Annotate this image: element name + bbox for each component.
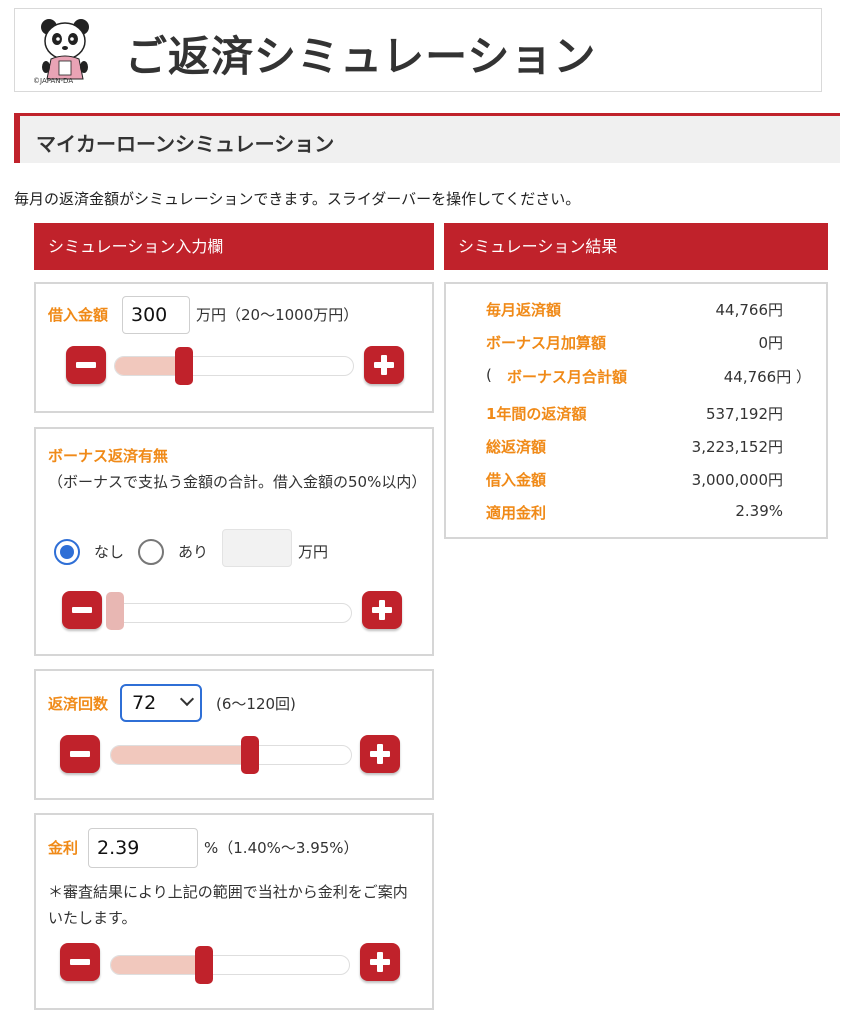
result-open-paren: ( [486,366,492,384]
count-slider-thumb[interactable] [241,736,259,774]
bonus-slider-thumb[interactable] [106,592,124,630]
loan-amount-unit: 万円（20〜1000万円） [196,306,359,324]
interest-rate-unit: %（1.40%〜3.95%） [204,839,359,857]
result-value: 2.39% [735,502,783,520]
count-minus-button[interactable] [60,735,100,773]
section-heading: マイカーローンシミュレーション [14,113,840,163]
result-label: 1年間の返済額 [486,405,587,423]
loan-amount-box: 借入金額 万円（20〜1000万円） [34,282,434,413]
bonus-note: （ボーナスで支払う金額の合計。借入金額の50%以内） [48,473,427,491]
bonus-none-label: なし [94,543,125,561]
repayment-count-range: (6〜120回) [216,695,296,713]
chevron-down-icon [179,691,195,707]
logo-caption: ©JAPAN-DA [33,77,74,85]
bonus-yes-radio[interactable] [138,539,164,565]
bonus-box: ボーナス返済有無 （ボーナスで支払う金額の合計。借入金額の50%以内） なし あ… [34,427,434,656]
result-value: 3,000,000円 [691,471,783,489]
intro-text: 毎月の返済金額がシミュレーションできます。スライダーバーを操作してください。 [14,190,581,208]
result-value: 44,766円 [715,301,784,319]
interest-rate-input[interactable] [88,828,198,868]
loan-slider-thumb[interactable] [175,347,193,385]
page-header: ©JAPAN-DA ご返済シミュレーション [14,8,822,92]
result-label: ボーナス月加算額 [486,334,607,352]
rate-slider-track[interactable] [110,955,350,975]
bonus-amount-input[interactable] [222,529,292,567]
count-plus-button[interactable] [360,735,400,773]
loan-slider-track[interactable] [114,356,354,376]
count-slider-track[interactable] [110,745,352,765]
result-value: 0円 [758,334,783,352]
result-value: 3,223,152円 [691,438,783,456]
count-slider-fill [111,746,251,764]
result-label: 借入金額 [486,471,547,489]
repayment-count-box: 返済回数 72 (6〜120回) [34,669,434,800]
result-label: 総返済額 [486,438,547,456]
bonus-amount-unit: 万円 [298,543,329,561]
section-title: マイカーローンシミュレーション [36,132,335,156]
repayment-count-label: 返済回数 [48,695,109,713]
loan-amount-label: 借入金額 [48,306,109,324]
repayment-count-value: 72 [132,692,157,714]
result-value: 537,192円 [705,405,783,423]
bonus-label: ボーナス返済有無 [48,447,169,465]
result-value: 44,766円 ） [723,368,811,386]
bonus-yes-label: あり [178,543,209,561]
input-panel-header: シミュレーション入力欄 [34,223,434,270]
page-title: ご返済シミュレーション [125,32,597,81]
result-label: 適用金利 [486,504,547,522]
loan-plus-button[interactable] [364,346,404,384]
interest-rate-note: ＊審査結果により上記の範囲で当社から金利をご案内いたします。 [48,883,408,927]
result-panel-header: シミュレーション結果 [444,223,828,270]
bonus-slider-track[interactable] [106,603,352,623]
rate-plus-button[interactable] [360,943,400,981]
loan-amount-input[interactable] [122,296,190,334]
bonus-none-radio[interactable] [54,539,80,565]
bonus-minus-button[interactable] [62,591,102,629]
loan-minus-button[interactable] [66,346,106,384]
rate-slider-thumb[interactable] [195,946,213,984]
rate-slider-fill [111,956,205,974]
result-label: ボーナス月合計額 [507,368,628,386]
result-label: 毎月返済額 [486,301,562,319]
repayment-count-select[interactable]: 72 [120,684,202,722]
interest-rate-box: 金利 %（1.40%〜3.95%） ＊審査結果により上記の範囲で当社から金利をご… [34,813,434,1010]
interest-rate-label: 金利 [48,839,79,857]
rate-minus-button[interactable] [60,943,100,981]
bonus-plus-button[interactable] [362,591,402,629]
